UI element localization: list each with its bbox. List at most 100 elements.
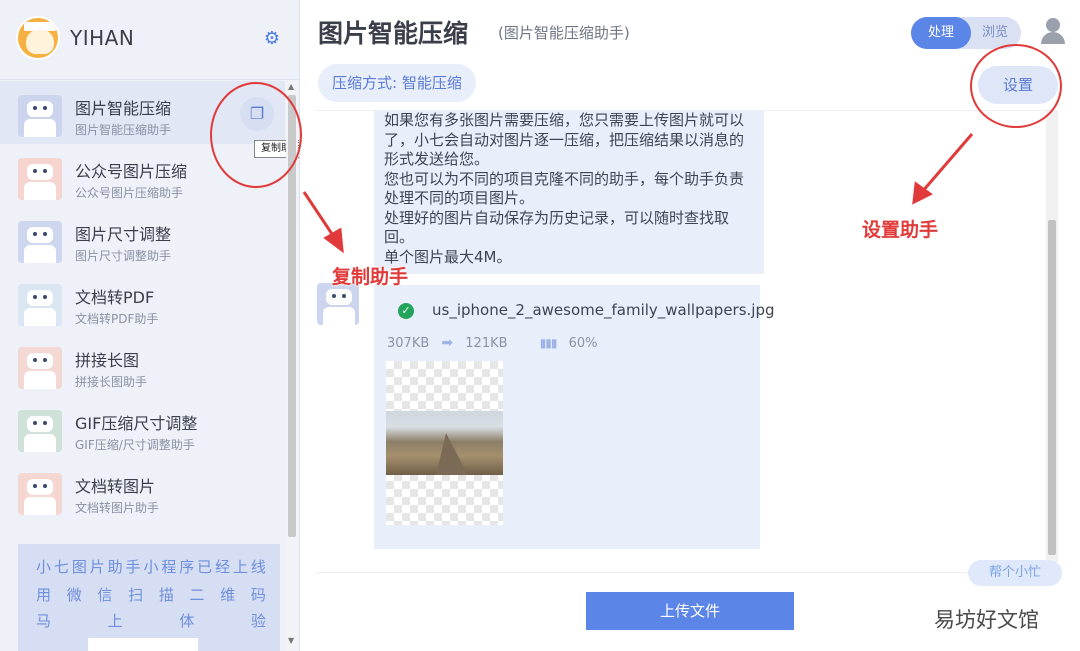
promo-char: 线 (250, 558, 266, 576)
promo-char: 二 (189, 586, 205, 604)
help-button[interactable]: 帮个小忙 (968, 560, 1062, 586)
sidebar-item-subtitle: 文档转图片助手 (75, 501, 160, 515)
sidebar-item-title: 文档转图片 (75, 477, 156, 496)
sidebar-item-gif-compress[interactable]: GIF压缩尺寸调整 GIF压缩/尺寸调整助手 (0, 396, 285, 459)
robot-avatar-icon (18, 473, 62, 515)
upload-file-button[interactable]: 上传文件 (586, 592, 794, 630)
promo-char: 验 (250, 612, 266, 630)
promo-char: 七 (53, 558, 69, 576)
chat-area: 如果您有多张图片需要压缩，您只需要上传图片就可以 了，小七会自动对图片逐一压缩，… (316, 110, 1046, 572)
sidebar-item-title: 图片智能压缩 (75, 99, 172, 118)
chat-scrollbar-thumb[interactable] (1048, 220, 1056, 555)
scroll-up-arrow-icon[interactable]: ▲ (288, 82, 294, 91)
promo-char: 小 (143, 558, 159, 576)
promo-char: 描 (158, 586, 174, 604)
sidebar-item-title: 图片尺寸调整 (75, 225, 172, 244)
page-title: 图片智能压缩 (318, 19, 469, 48)
brand-logo-face (26, 30, 54, 54)
intro-line: 如果您有多张图片需要压缩，您只需要上传图片就可以 (384, 111, 745, 129)
promo-char: 已 (197, 558, 213, 576)
annotation-circle-settings (970, 44, 1062, 128)
promo-char: 程 (161, 558, 177, 576)
robot-avatar-icon (18, 95, 62, 137)
promo-char: 码 (250, 586, 266, 604)
promo-char: 片 (89, 558, 105, 576)
miniprogram-promo: 小七图片助手小程序已经上线 用微信扫描二维码 马上体验 (18, 544, 280, 651)
promo-line-3: 马上体验 (36, 610, 266, 631)
annotation-label-settings: 设置助手 (862, 219, 939, 241)
sidebar-item-title: GIF压缩尺寸调整 (75, 414, 198, 433)
file-result-message: ✓ us_iphone_2_awesome_family_wallpapers.… (374, 285, 775, 549)
sidebar-item-subtitle: 公众号图片压缩助手 (75, 186, 184, 200)
qr-code (88, 638, 198, 651)
sidebar-item-long-image[interactable]: 拼接长图 拼接长图助手 (0, 333, 285, 396)
sidebar-item-doc-to-image[interactable]: 文档转图片 文档转图片助手 (0, 459, 285, 522)
robot-avatar-icon (18, 284, 62, 326)
watermark: 易坊好文馆 (934, 608, 1039, 632)
arrow-right-icon: ➡ (441, 335, 454, 351)
promo-char: 扫 (128, 586, 144, 604)
compression-ratio: 60% (568, 335, 598, 351)
boardwalk-shape (436, 433, 468, 475)
user-icon[interactable] (1038, 16, 1068, 46)
sidebar-item-title: 公众号图片压缩 (75, 162, 188, 181)
robot-avatar-icon (18, 158, 62, 200)
scroll-down-arrow-icon[interactable]: ▼ (288, 636, 294, 645)
sidebar-item-doc-to-pdf[interactable]: 文档转PDF 文档转PDF助手 (0, 270, 285, 333)
promo-char: 上 (232, 558, 248, 576)
promo-char: 体 (179, 612, 195, 630)
original-size: 307KB (387, 335, 430, 351)
brand-header: YIHAN ⚙ (0, 0, 299, 80)
promo-char: 图 (71, 558, 87, 576)
intro-line: 处理好的图片自动保存为历史记录，可以随时查找取 (384, 208, 730, 227)
bot-avatar (317, 283, 359, 325)
robot-avatar-icon (317, 283, 359, 325)
promo-char: 小 (36, 558, 52, 576)
promo-char: 马 (36, 612, 52, 630)
page-subtitle: (图片智能压缩助手) (498, 24, 630, 42)
robot-avatar-icon (18, 410, 62, 452)
toggle-process[interactable]: 处理 (911, 17, 971, 49)
sidebar-item-subtitle: 拼接长图助手 (75, 375, 148, 389)
sidebar-item-subtitle: GIF压缩/尺寸调整助手 (75, 438, 195, 452)
brand-logo (16, 16, 60, 60)
promo-char: 微 (66, 586, 82, 604)
sidebar-item-subtitle: 图片智能压缩助手 (75, 123, 172, 137)
intro-line: 您也可以为不同的项目克隆不同的助手，每个助手负责 (384, 169, 745, 188)
promo-char: 用 (36, 586, 52, 604)
promo-line-1: 小七图片助手小程序已经上线 (36, 556, 266, 577)
compress-ratio-icon: ▮▮▮ (539, 336, 558, 350)
robot-avatar-icon (18, 347, 62, 389)
file-name[interactable]: us_iphone_2_awesome_family_wallpapers.jp… (432, 301, 775, 319)
intro-line: 处理不同的项目图片。 (384, 189, 535, 207)
intro-line: 单个图片最大4M。 (384, 247, 512, 266)
promo-char: 经 (215, 558, 231, 576)
promo-char: 信 (97, 586, 113, 604)
gear-icon[interactable]: ⚙ (262, 29, 282, 49)
brand-name: YIHAN (70, 26, 135, 50)
compressed-size: 121KB (465, 335, 508, 351)
annotation-label-copy: 复制助手 (332, 266, 409, 288)
sidebar-item-subtitle: 图片尺寸调整助手 (75, 249, 172, 263)
intro-line: 形式发送给您。 (384, 150, 490, 168)
sidebar-item-image-resize[interactable]: 图片尺寸调整 图片尺寸调整助手 (0, 207, 285, 270)
promo-char: 手 (125, 558, 141, 576)
sidebar-item-title: 文档转PDF (75, 288, 155, 307)
intro-message: 如果您有多张图片需要压缩，您只需要上传图片就可以 了，小七会自动对图片逐一压缩，… (374, 111, 764, 274)
robot-avatar-icon (18, 221, 62, 263)
intro-line: 了，小七会自动对图片逐一压缩，把压缩结果以消息的 (384, 130, 745, 149)
promo-char: 上 (107, 612, 123, 630)
compress-mode-label: 压缩方式: 智能压缩 (318, 64, 476, 102)
sidebar-item-subtitle: 文档转PDF助手 (75, 312, 159, 326)
boardwalk-photo (386, 411, 503, 475)
promo-char: 维 (220, 586, 236, 604)
annotation-circle-copy (210, 82, 302, 188)
promo-char: 助 (107, 558, 123, 576)
promo-char: 序 (179, 558, 195, 576)
promo-line-2: 用微信扫描二维码 (36, 584, 266, 605)
compression-stats: 307KB ➡ 121KB ▮▮▮ 60% (387, 335, 598, 351)
image-thumbnail[interactable] (386, 361, 503, 525)
intro-line: 回。 (384, 228, 415, 246)
sidebar-item-title: 拼接长图 (75, 351, 140, 370)
check-circle-icon: ✓ (398, 303, 414, 319)
